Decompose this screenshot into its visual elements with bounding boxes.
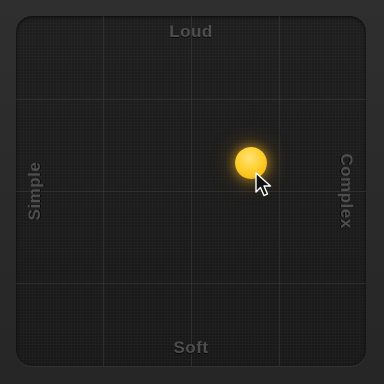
grid-line-horizontal — [16, 99, 366, 100]
grid-line-horizontal — [16, 191, 366, 192]
arrow-cursor-icon — [255, 172, 272, 197]
axis-label-complex: Complex — [337, 153, 356, 229]
axis-label-loud: Loud — [169, 22, 213, 41]
axis-label-soft: Soft — [173, 338, 209, 357]
axis-label-simple: Simple — [25, 161, 44, 221]
xy-pad-window: Loud Soft Simple Complex — [0, 0, 384, 384]
grid-line-horizontal — [16, 283, 366, 284]
xy-pad[interactable]: Loud Soft Simple Complex — [16, 16, 366, 366]
